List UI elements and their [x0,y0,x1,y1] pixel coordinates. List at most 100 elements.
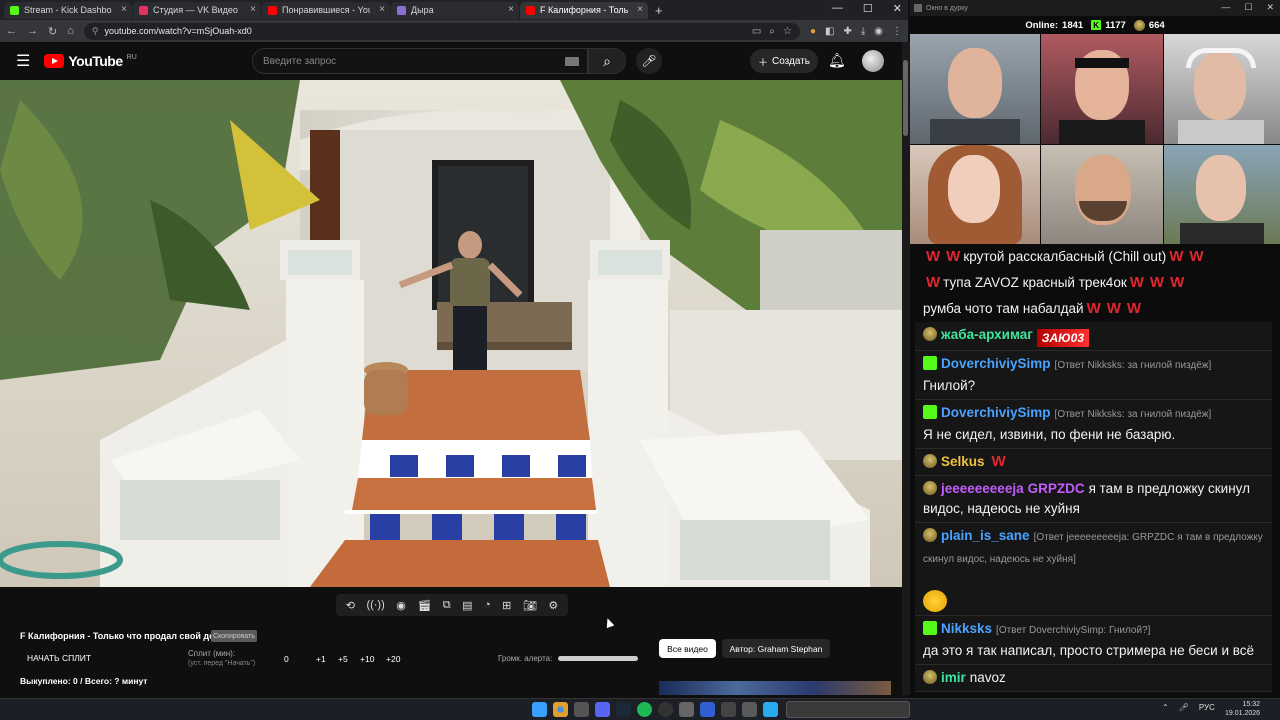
extension-icon[interactable]: ● [810,26,816,37]
shirt [1059,120,1145,144]
author-chip[interactable]: Автор: Graham Stephan [722,639,830,658]
zoom-icon[interactable]: ⌕ [769,26,775,37]
notifications-bell-icon[interactable]: 🔔︎ [828,52,846,69]
chat-username[interactable]: DoverchiviySimp [941,356,1051,371]
preview-icon[interactable]: ◉ [396,599,406,612]
tab-title: F Калифорния - Только что [540,5,628,15]
extension-icon[interactable]: ◧ [825,26,834,37]
related-video-thumbnail[interactable] [659,681,891,695]
chat-username[interactable]: Nikksks [941,621,992,636]
close-icon[interactable]: × [121,4,127,15]
chat-username[interactable]: жаба-архимаг [941,327,1033,342]
url-field[interactable]: ⚲ youtube.com/watch?v=mSjOuah-xd0 ▭ ⌕ ☆ [83,22,800,40]
headband [1075,58,1129,68]
close-icon[interactable]: × [250,4,256,15]
avatar[interactable] [862,50,884,72]
tab-title: Дыра [411,5,434,15]
tab-dyra[interactable]: Дыра × [391,1,519,19]
forward-icon[interactable]: → [27,25,38,37]
puzzle-icon[interactable]: ✚ [843,26,851,37]
pip-icon[interactable]: ⧉ [443,599,451,612]
film-icon[interactable]: ▤ [462,599,472,612]
speed-gauge-icon[interactable]: ◔ [484,599,491,611]
chat-username[interactable]: plain_is_sane [941,528,1030,543]
discord-icon[interactable] [595,702,610,717]
site-info-icon[interactable]: ⚲ [92,26,99,37]
chat-username[interactable]: imir [941,670,966,685]
copy-button[interactable]: Скопировать [211,630,257,642]
settings-gear-icon[interactable]: ⚙ [548,599,558,612]
app-icon[interactable] [721,702,736,717]
home-icon[interactable]: ⌂ [67,25,74,37]
media-player-icon[interactable] [700,702,715,717]
split-plus20-button[interactable]: +20 [386,654,400,664]
meme-party-widget[interactable] [786,701,910,718]
microphone-icon[interactable]: 🎤︎ [1179,703,1189,712]
chat-username[interactable]: DoverchiviySimp [941,405,1051,420]
create-button[interactable]: ＋ Создать [750,49,818,73]
maximize-icon[interactable]: ☐ [1244,2,1252,13]
chat-feed[interactable]: W Wкрутой расскалбасный (Chill out) W W Wтуп… [915,244,1272,694]
close-window-icon[interactable]: ✕ [893,2,902,15]
clapper-icon[interactable]: 🎬︎ [417,599,431,612]
keyboard-icon[interactable] [565,57,579,66]
maximize-icon[interactable]: ☐ [863,2,873,15]
bookmark-star-icon[interactable]: ☆ [783,26,792,37]
audio-icon[interactable]: ((·)) [366,599,384,611]
minimize-icon[interactable]: — [1221,2,1230,13]
screenshot-icon[interactable]: 📷︎ [523,599,537,612]
menu-dots-icon[interactable]: ⋮ [892,26,902,37]
tab-active-video[interactable]: F Калифорния - Только что × [520,1,648,19]
search-input[interactable]: Введите запрос [252,48,588,74]
close-icon[interactable]: × [508,4,514,15]
all-videos-chip[interactable]: Все видео [659,639,716,658]
youtube-logo[interactable]: YouTube RU [44,53,137,69]
page-scrollbar[interactable] [902,42,910,695]
w-emote-icon: W [1169,248,1184,265]
tab-kick-dashboard[interactable]: Stream - Kick Dashboard × [4,1,132,19]
app-icon[interactable] [679,702,694,717]
close-icon[interactable]: × [379,4,385,15]
new-tab-icon[interactable]: + [655,3,663,18]
tab-liked-youtube[interactable]: Понравившиеся - YouTube × [262,1,390,19]
clock[interactable]: 15:32 19.01.2026 [1225,700,1260,718]
chat-username[interactable]: jeeeeeeeeeja [941,481,1024,496]
back-icon[interactable]: ← [6,25,17,37]
alert-volume-slider[interactable] [558,656,638,661]
cast-icon[interactable]: ▭ [752,26,761,37]
steam-icon[interactable] [616,702,631,717]
language-indicator[interactable]: РУС [1199,703,1215,712]
split-plus10-button[interactable]: +10 [360,654,374,664]
app-icon[interactable] [742,702,757,717]
voice-search-button[interactable]: 🎤︎ [636,48,662,74]
app-icon[interactable] [574,702,589,717]
reload-icon[interactable]: ↻ [48,25,57,38]
chat-message: jeeeeeeeeeja GRPZDC я там в предложку скин… [915,476,1272,523]
tab-vk-studio[interactable]: Студия — VK Видео Live × [133,1,261,19]
tray-arrow-icon[interactable]: ⌃ [1162,703,1169,712]
extensions-area: ● ◧ ✚ ⤓ ◉ ⋮ [810,26,902,37]
shirt [1178,120,1264,144]
spotify-icon[interactable] [637,702,652,717]
face [1196,155,1246,221]
add-frame-icon[interactable]: ⊞ [502,599,511,612]
search-button[interactable]: ⌕ [588,48,626,74]
split-plus5-button[interactable]: +5 [338,654,348,664]
windows-start-icon[interactable] [532,702,547,717]
kick-badge-icon [923,356,937,370]
scrollbar-thumb[interactable] [903,60,908,136]
close-window-icon[interactable]: ✕ [1266,2,1274,13]
chrome-icon[interactable] [553,702,568,717]
chat-username[interactable]: Selkus [941,454,985,469]
hamburger-menu-icon[interactable]: ☰ [16,51,30,71]
telegram-icon[interactable] [763,702,778,717]
downloads-icon[interactable]: ⤓ [861,26,865,37]
minimize-icon[interactable]: — [832,2,843,15]
start-split-button[interactable]: НАЧАТЬ СПЛИТ [27,653,91,663]
profile-icon[interactable]: ◉ [874,26,883,37]
loop-icon[interactable]: ⟲ [346,599,355,612]
close-icon[interactable]: × [637,4,643,15]
video-player[interactable] [0,80,902,587]
split-plus1-button[interactable]: +1 [316,654,326,664]
obs-icon[interactable] [658,702,673,717]
